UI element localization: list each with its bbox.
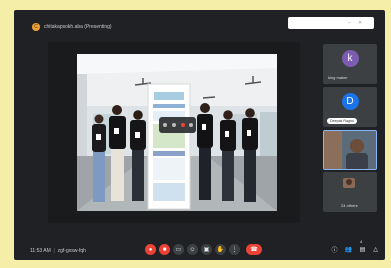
close-icon[interactable]: ✕ — [358, 19, 362, 27]
meeting-info: 11:53 AM | zgf-gxsw-fqh — [30, 248, 86, 254]
others-count-label: 24 others — [341, 203, 358, 208]
people-button[interactable]: 👥 — [344, 245, 353, 254]
chat-icon: ▤ — [359, 247, 366, 253]
captions-button[interactable]: ▭ — [173, 244, 184, 255]
more-options-button[interactable]: ⋮ — [229, 244, 240, 255]
clock-time: 11:53 AM — [30, 248, 51, 254]
people-icon: 👥 — [344, 247, 353, 253]
meeting-details-button[interactable]: ⓘ — [330, 245, 339, 254]
group-photo-image — [77, 54, 277, 211]
activities-button[interactable]: △ — [371, 245, 380, 254]
participant-tile-video[interactable] — [323, 130, 377, 170]
info-icon: ⓘ — [331, 248, 338, 254]
minimize-icon[interactable]: – — [348, 19, 351, 27]
activities-icon: △ — [373, 247, 378, 253]
emoji-button[interactable]: ☺ — [187, 244, 198, 255]
participant-tile-2[interactable]: D Deepak Raghu — [323, 87, 377, 127]
present-icon: ▣ — [203, 247, 210, 253]
participant-tile-1[interactable]: k king maker — [323, 44, 377, 84]
present-button[interactable]: ▣ — [201, 244, 212, 255]
participant-video-feed — [324, 131, 376, 169]
participant-avatar: k — [341, 50, 359, 67]
raise-hand-icon: ✋ — [216, 247, 225, 253]
participant-name-badge: Deepak Raghu — [327, 118, 357, 124]
more-vert-icon: ⋮ — [231, 247, 238, 253]
presentation-stage — [48, 42, 300, 223]
mic-off-icon: ● — [148, 246, 153, 253]
camera-off-icon: ■ — [162, 246, 167, 253]
shared-photo — [77, 54, 277, 211]
participant-count-badge: 4 — [360, 239, 363, 244]
hang-up-icon: ☎ — [250, 247, 258, 253]
raise-hand-button[interactable]: ✋ — [215, 244, 226, 255]
presenter-avatar: C — [32, 23, 40, 31]
presenter-label: chitakapsokh.aba (Presenting) — [44, 24, 112, 30]
participant-name: king maker — [328, 75, 348, 80]
leave-call-button[interactable]: ☎ — [246, 244, 262, 255]
top-right-search-bar[interactable]: – ✕ — [288, 17, 374, 29]
participant-avatar: D — [341, 93, 359, 110]
camera-off-button[interactable]: ■ — [159, 244, 170, 255]
meeting-code: zgf-gxsw-fqh — [57, 248, 86, 254]
chat-button[interactable]: ▤ — [358, 245, 367, 254]
mic-off-button[interactable]: ● — [145, 244, 156, 255]
participant-tile-others[interactable]: 24 others — [323, 172, 377, 212]
presenter-indicator: C chitakapsokh.aba (Presenting) — [32, 22, 112, 32]
meet-window: C chitakapsokh.aba (Presenting) – ✕ k ki… — [14, 10, 385, 260]
emoji-icon: ☺ — [189, 246, 196, 253]
captions-icon: ▭ — [175, 247, 182, 253]
